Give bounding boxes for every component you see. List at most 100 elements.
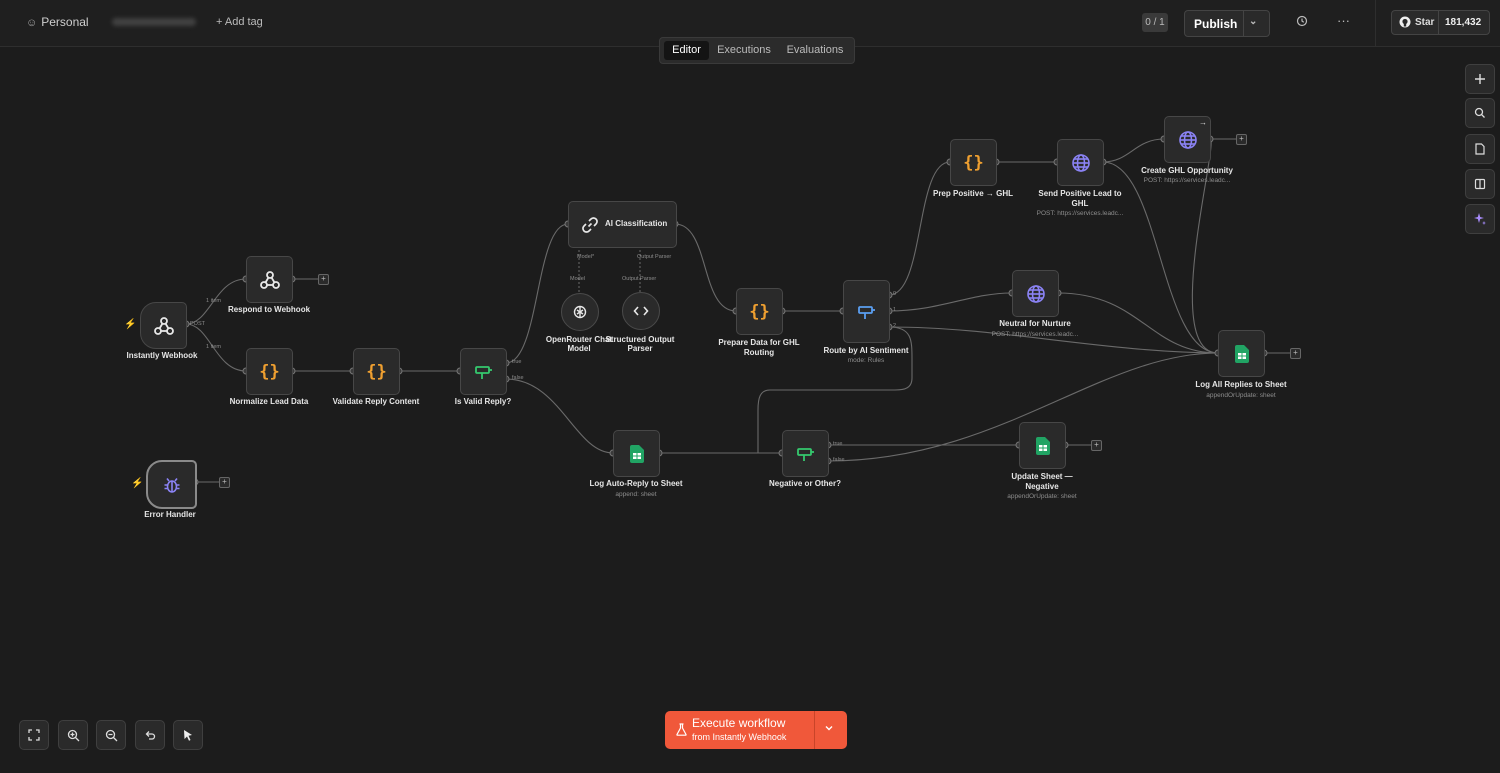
node-prepare-data-ghl[interactable]: {}: [736, 288, 783, 335]
add-node-plus[interactable]: +: [1091, 440, 1102, 451]
node-prep-positive-ghl[interactable]: {}: [950, 139, 997, 186]
google-sheets-icon: [1219, 331, 1264, 376]
edge-ai-prepare: [674, 223, 737, 312]
node-label: Is Valid Reply?: [454, 397, 512, 406]
toggle-panel-button[interactable]: [1465, 169, 1495, 199]
fit-view-button[interactable]: [19, 720, 49, 750]
edge-route-neutral: [888, 292, 1013, 312]
node-log-auto-reply[interactable]: [613, 430, 660, 477]
code-braces-icon: {}: [259, 361, 280, 382]
add-node-plus[interactable]: +: [1236, 134, 1247, 145]
node-create-ghl-opportunity[interactable]: →: [1164, 116, 1211, 163]
node-label: Respond to Webhook: [227, 305, 311, 314]
zoom-out-button[interactable]: [96, 720, 126, 750]
edge-label: Output Parser: [637, 254, 672, 260]
node-send-positive-lead[interactable]: [1057, 139, 1104, 186]
sparkle-icon: [1474, 213, 1486, 225]
note-icon: [1475, 143, 1485, 155]
globe-icon: [1058, 140, 1103, 185]
node-label: Log Auto-Reply to Sheet: [589, 479, 683, 488]
chevron-down-icon[interactable]: [823, 722, 835, 734]
search-icon: [1474, 107, 1485, 118]
edge-label: Output Parser: [622, 276, 657, 282]
fullscreen-icon: [28, 729, 40, 741]
node-label: Error Handler: [144, 510, 196, 519]
edge-label: 1: [893, 307, 897, 313]
tidy-up-button[interactable]: [173, 720, 203, 750]
edge-label: 0: [893, 291, 897, 297]
node-subtitle: POST: https://services.leadc...: [1036, 210, 1124, 217]
add-node-plus[interactable]: +: [318, 274, 329, 285]
undo-button[interactable]: [135, 720, 165, 750]
node-label: Negative: [1025, 482, 1059, 491]
code-braces-icon: {}: [749, 301, 770, 322]
edge-send-create: [1102, 138, 1165, 163]
search-button[interactable]: [1465, 98, 1495, 128]
if-branch-icon: [461, 349, 506, 394]
node-route-by-ai-sentiment[interactable]: [843, 280, 890, 343]
node-log-all-replies[interactable]: [1218, 330, 1265, 377]
node-label: Log All Replies to Sheet: [1195, 380, 1287, 389]
node-instantly-webhook[interactable]: [140, 302, 187, 349]
google-sheets-icon: [1020, 423, 1065, 468]
edge-label: true: [833, 441, 843, 447]
edge-label: false: [833, 457, 845, 463]
code-braces-icon: {}: [963, 152, 984, 173]
edge-isvalid-logauto: [505, 378, 614, 454]
node-label: GHL: [1071, 199, 1089, 208]
if-branch-icon: [783, 431, 828, 476]
node-label: Instantly Webhook: [126, 351, 198, 360]
node-label: Create GHL Opportunity: [1141, 166, 1233, 175]
execute-label: Execute workflow: [692, 716, 786, 730]
node-subtitle: POST: https://services.leadc...: [991, 331, 1079, 338]
chain-link-icon: [577, 202, 603, 247]
node-is-valid-reply[interactable]: [460, 348, 507, 395]
node-negative-or-other[interactable]: [782, 430, 829, 477]
flask-icon: [676, 723, 687, 736]
node-openrouter-chat-model[interactable]: [561, 293, 599, 331]
node-label: Send Positive Lead to: [1038, 189, 1122, 198]
zoom-out-icon: [105, 729, 117, 741]
switch-icon: [844, 281, 889, 342]
node-structured-output-parser[interactable]: [622, 292, 660, 330]
node-error-handler[interactable]: [146, 460, 197, 509]
node-subtitle: appendOrUpdate: sheet: [1206, 392, 1276, 399]
code-braces-icon: {}: [366, 361, 387, 382]
edge-label: 1 item: [206, 344, 221, 350]
node-update-sheet-negative[interactable]: [1019, 422, 1066, 469]
openrouter-icon: [562, 294, 598, 330]
sticky-note-button[interactable]: [1465, 134, 1495, 164]
edge-label: Model: [570, 276, 585, 282]
node-label: AI Classification: [605, 219, 668, 228]
node-subtitle: append: sheet: [615, 491, 657, 498]
add-node-plus[interactable]: +: [219, 477, 230, 488]
node-label: Route by AI Sentiment: [823, 346, 909, 355]
panel-icon: [1474, 178, 1486, 190]
node-validate-reply-content[interactable]: {}: [353, 348, 400, 395]
node-respond-to-webhook[interactable]: [246, 256, 293, 303]
node-label: Update Sheet —: [1011, 472, 1073, 481]
edge-label: POST: [190, 321, 205, 327]
node-normalize-lead-data[interactable]: {}: [246, 348, 293, 395]
execute-sublabel: from Instantly Webhook: [692, 732, 787, 742]
add-node-plus[interactable]: +: [1290, 348, 1301, 359]
node-neutral-for-nurture[interactable]: [1012, 270, 1059, 317]
webhook-icon: [247, 257, 292, 302]
node-subtitle: POST: https://services.leadc...: [1143, 177, 1231, 184]
edge-label: 2: [893, 323, 897, 329]
edge-route-prep: [888, 161, 951, 296]
globe-icon: [1013, 271, 1058, 316]
zoom-in-icon: [67, 729, 79, 741]
code-brackets-icon: [623, 293, 659, 329]
undo-icon: [145, 731, 156, 740]
cursor-sparkle-icon: [184, 730, 192, 741]
edge-label: false: [512, 375, 524, 381]
zoom-in-button[interactable]: [58, 720, 88, 750]
arrow-right-icon: →: [1199, 118, 1207, 127]
node-ai-classification[interactable]: AI Classification: [568, 201, 677, 248]
add-node-button[interactable]: [1465, 64, 1495, 94]
execute-workflow-button[interactable]: Execute workflow from Instantly Webhook: [665, 711, 847, 749]
ai-assistant-button[interactable]: [1465, 204, 1495, 234]
edge-label: 1 item: [206, 298, 221, 304]
bug-icon: [148, 462, 195, 507]
